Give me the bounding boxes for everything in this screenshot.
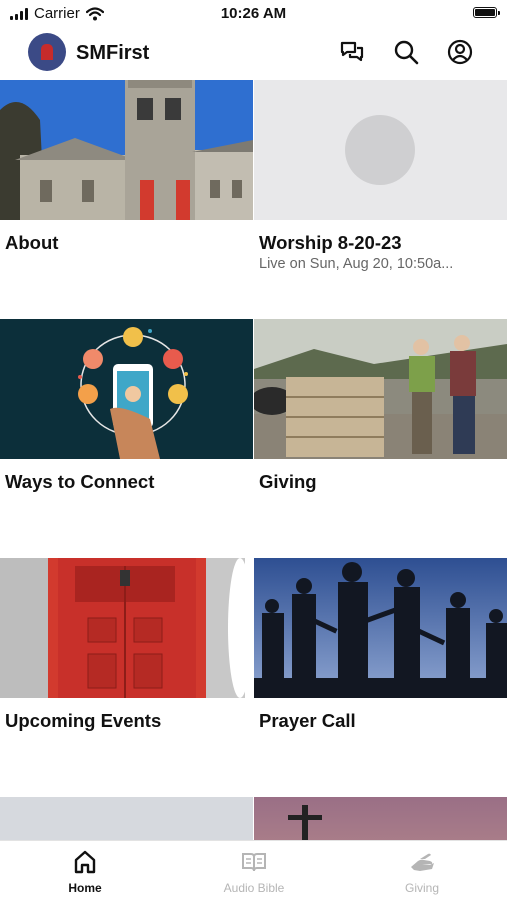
tile-partial-right[interactable] — [254, 797, 507, 840]
giving-photo — [254, 319, 507, 459]
tile-worship[interactable]: Worship 8-20-23 Live on Sun, Aug 20, 10:… — [254, 80, 507, 272]
partial-cross-photo — [254, 797, 507, 840]
tile-title: Prayer Call — [259, 710, 356, 731]
search-icon[interactable] — [392, 38, 420, 66]
clock: 10:26 AM — [220, 5, 287, 22]
tile-subtitle: Live on Sun, Aug 20, 10:50a... — [259, 256, 454, 272]
tile-about[interactable]: About — [0, 80, 253, 253]
giving-hand-icon — [411, 853, 434, 871]
app-title: SMFirst — [76, 42, 150, 64]
tile-title: Worship 8-20-23 — [259, 232, 402, 253]
connect-illustration — [0, 319, 253, 459]
tab-label: Audio Bible — [223, 881, 285, 895]
chat-icon[interactable] — [338, 38, 366, 66]
content-grid: About Worship 8-20-23 Live on Sun, Aug 2… — [0, 80, 507, 840]
tab-audio-bible[interactable]: Audio Bible — [194, 849, 314, 895]
app-header: SMFirst — [0, 28, 507, 78]
placeholder-circle-icon — [345, 115, 415, 185]
tile-ways-to-connect[interactable]: Ways to Connect — [0, 319, 253, 492]
tile-giving[interactable]: Giving — [254, 319, 507, 492]
tile-prayer-call[interactable]: Prayer Call — [254, 558, 507, 731]
church-logo[interactable] — [28, 33, 66, 71]
tab-giving[interactable]: Giving — [362, 849, 482, 895]
partial-photo — [0, 797, 253, 840]
tile-title: About — [5, 232, 59, 253]
tab-label: Giving — [404, 881, 439, 895]
tab-label: Home — [68, 881, 102, 895]
status-bar: Carrier 10:26 AM — [0, 0, 507, 28]
account-icon[interactable] — [446, 38, 474, 66]
tile-title: Upcoming Events — [5, 710, 162, 731]
tile-upcoming-events[interactable]: Upcoming Events — [0, 558, 253, 731]
tile-partial-left[interactable] — [0, 797, 253, 840]
church-building-image — [0, 80, 253, 220]
tab-home[interactable]: Home — [25, 849, 145, 895]
book-icon — [242, 853, 266, 872]
prayer-silhouette-photo — [254, 558, 507, 698]
tile-title: Giving — [259, 471, 317, 492]
tile-title: Ways to Connect — [5, 471, 155, 492]
home-icon — [74, 850, 96, 874]
video-placeholder-image — [254, 80, 507, 220]
bottom-tab-bar: Home Audio Bible Giving — [0, 840, 507, 901]
battery-icon — [473, 7, 500, 18]
red-door-photo — [0, 558, 253, 698]
